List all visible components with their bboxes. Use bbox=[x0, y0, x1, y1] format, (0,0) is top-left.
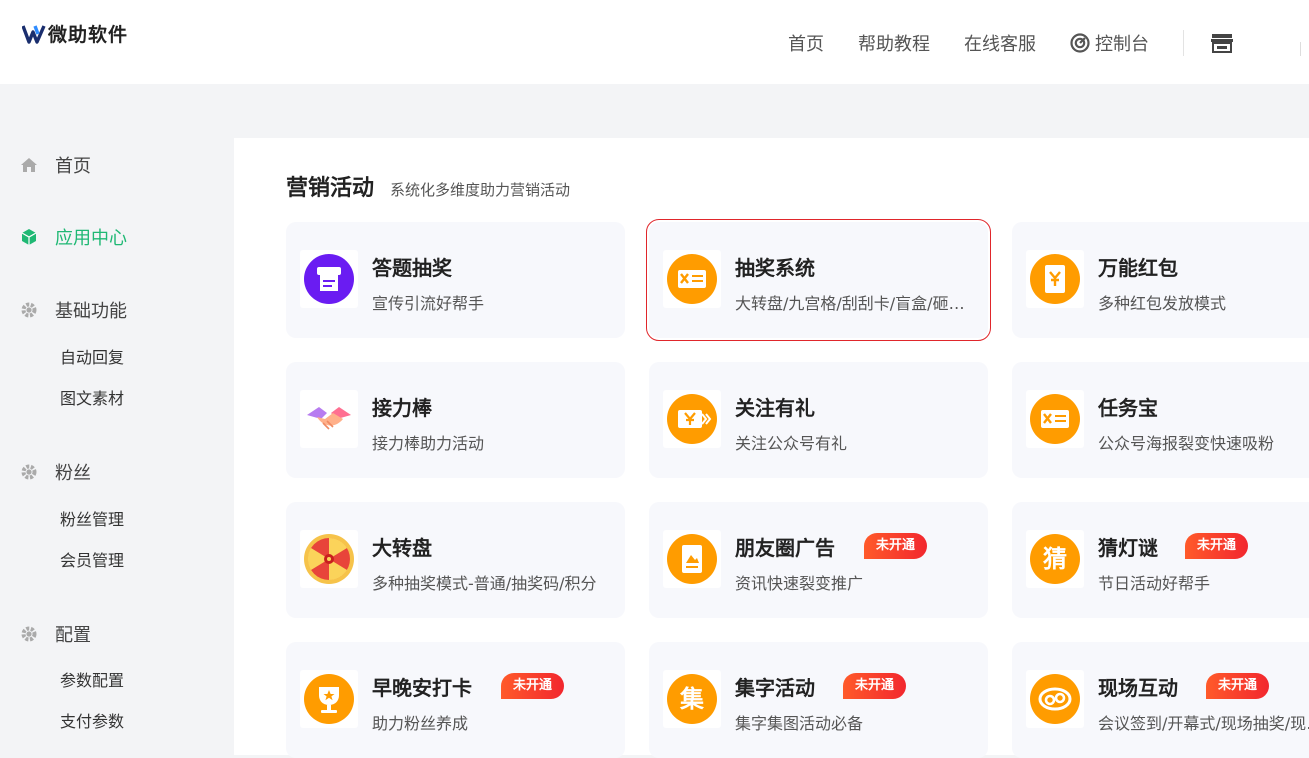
app-desc: 关注公众号有礼 bbox=[735, 434, 848, 453]
main-panel: 营销活动 系统化多维度助力营销活动 答题抽奖 宣传引流好帮手 抽奖系统 大转盘/… bbox=[234, 138, 1309, 758]
sidebar-item-fans[interactable]: 粉丝 bbox=[20, 459, 91, 485]
app-card-quiz-lottery[interactable]: 答题抽奖 宣传引流好帮手 bbox=[286, 222, 625, 338]
brand-w-icon bbox=[22, 24, 46, 44]
app-title: 大转盘 bbox=[372, 536, 432, 560]
app-card-relay[interactable]: 接力棒 接力棒助力活动 bbox=[286, 362, 625, 478]
section-title: 营销活动 bbox=[286, 176, 375, 201]
sidebar-item-label: 首页 bbox=[55, 156, 91, 177]
riddle-icon-glyph: 猜 bbox=[1042, 545, 1067, 573]
app-title: 抽奖系统 bbox=[735, 256, 815, 280]
app-card-live-interaction[interactable]: 现场互动 未开通 会议签到/开幕式/现场抽奖/现场互动 bbox=[1012, 642, 1309, 758]
app-desc: 大转盘/九宫格/刮刮卡/盲盒/砸金蛋 bbox=[735, 294, 975, 313]
brand-logo[interactable]: 微助软件 bbox=[22, 20, 128, 47]
sidebar-sub-auto-reply[interactable]: 自动回复 bbox=[60, 344, 124, 368]
nav-help[interactable]: 帮助教程 bbox=[858, 30, 930, 56]
gear-icon bbox=[21, 464, 37, 480]
app-title: 接力棒 bbox=[372, 396, 432, 420]
app-desc: 多种红包发放模式 bbox=[1098, 294, 1227, 313]
cube-icon bbox=[21, 229, 37, 245]
task-ticket-icon bbox=[1026, 390, 1084, 448]
sidebar-item-label: 基础功能 bbox=[55, 301, 127, 322]
yuan-coupon-icon bbox=[663, 390, 721, 448]
gear-icon bbox=[21, 626, 37, 642]
nav-divider bbox=[1183, 30, 1184, 56]
sidebar-sub-params[interactable]: 参数配置 bbox=[60, 667, 124, 691]
app-desc: 接力棒助力活动 bbox=[372, 434, 485, 453]
handshake-icon bbox=[300, 390, 358, 448]
nav-console[interactable]: 控制台 bbox=[1070, 30, 1149, 56]
sidebar-sub-media[interactable]: 图文素材 bbox=[60, 385, 124, 409]
interaction-icon bbox=[1026, 670, 1084, 728]
top-bar: 微助软件 首页 帮助教程 在线客服 控制台 bbox=[0, 0, 1309, 84]
sidebar-item-basic[interactable]: 基础功能 bbox=[20, 297, 127, 323]
section-subtitle: 系统化多维度助力营销活动 bbox=[390, 181, 571, 199]
app-desc: 助力粉丝养成 bbox=[372, 714, 469, 733]
app-title: 万能红包 bbox=[1098, 256, 1178, 280]
app-card-checkin[interactable]: 早晚安打卡 未开通 助力粉丝养成 bbox=[286, 642, 625, 758]
app-title: 关注有礼 bbox=[735, 396, 815, 420]
app-title: 答题抽奖 bbox=[372, 256, 452, 280]
sidebar-sub-member-manage[interactable]: 会员管理 bbox=[60, 547, 124, 571]
app-title: 任务宝 bbox=[1098, 396, 1158, 420]
sidebar-item-home[interactable]: 首页 bbox=[20, 152, 91, 178]
app-card-lantern-riddle[interactable]: 猜 猜灯谜 未开通 节日活动好帮手 bbox=[1012, 502, 1309, 618]
app-card-red-packet[interactable]: 万能红包 多种红包发放模式 bbox=[1012, 222, 1309, 338]
sidebar-item-config[interactable]: 配置 bbox=[20, 621, 91, 647]
app-card-follow-gift[interactable]: 关注有礼 关注公众号有礼 bbox=[649, 362, 988, 478]
store-icon[interactable] bbox=[1210, 32, 1234, 54]
sidebar-item-label: 粉丝 bbox=[55, 463, 91, 484]
riddle-icon: 猜 bbox=[1026, 530, 1084, 588]
lottery-ticket-icon bbox=[663, 250, 721, 308]
gear-icon bbox=[21, 302, 37, 318]
red-packet-icon bbox=[1026, 250, 1084, 308]
app-desc: 集字集图活动必备 bbox=[735, 714, 864, 733]
section-header: 营销活动 系统化多维度助力营销活动 bbox=[286, 170, 570, 202]
nav-console-label: 控制台 bbox=[1095, 34, 1149, 55]
not-activated-badge: 未开通 bbox=[864, 533, 928, 559]
not-activated-badge: 未开通 bbox=[843, 673, 907, 699]
app-desc: 资讯快速裂变推广 bbox=[735, 574, 864, 593]
app-card-big-wheel[interactable]: 大转盘 多种抽奖模式-普通/抽奖码/积分 bbox=[286, 502, 625, 618]
compass-icon bbox=[1070, 33, 1090, 53]
sidebar-item-label: 应用中心 bbox=[55, 228, 127, 249]
sidebar-sub-payment[interactable]: 支付参数 bbox=[60, 708, 124, 732]
sidebar-sub-fans-manage[interactable]: 粉丝管理 bbox=[60, 506, 124, 530]
ad-poster-icon bbox=[663, 530, 721, 588]
app-title: 现场互动 bbox=[1098, 676, 1178, 700]
not-activated-badge: 未开通 bbox=[1206, 673, 1270, 699]
app-card-collect-words[interactable]: 集 集字活动 未开通 集字集图活动必备 bbox=[649, 642, 988, 758]
collect-words-icon-glyph: 集 bbox=[679, 685, 705, 713]
collect-words-icon: 集 bbox=[663, 670, 721, 728]
app-title: 集字活动 bbox=[735, 676, 815, 700]
app-card-task-treasure[interactable]: 任务宝 公众号海报裂变快速吸粉 bbox=[1012, 362, 1309, 478]
app-desc: 多种抽奖模式-普通/抽奖码/积分 bbox=[372, 574, 597, 593]
app-title: 早晚安打卡 bbox=[372, 676, 472, 700]
not-activated-badge: 未开通 bbox=[501, 673, 565, 699]
app-title: 猜灯谜 bbox=[1098, 536, 1158, 560]
scroll-edge bbox=[1300, 42, 1303, 56]
app-desc: 公众号海报裂变快速吸粉 bbox=[1098, 434, 1275, 453]
sidebar-item-app-center[interactable]: 应用中心 bbox=[20, 224, 127, 250]
not-activated-badge: 未开通 bbox=[1185, 533, 1249, 559]
brand-name: 微助软件 bbox=[48, 24, 129, 46]
app-desc: 会议签到/开幕式/现场抽奖/现场互动 bbox=[1098, 714, 1309, 733]
nav-home[interactable]: 首页 bbox=[788, 30, 824, 56]
app-title: 朋友圈广告 bbox=[735, 536, 835, 560]
app-card-lottery-system[interactable]: 抽奖系统 大转盘/九宫格/刮刮卡/盲盒/砸金蛋 bbox=[646, 219, 991, 341]
quiz-printer-icon bbox=[300, 250, 358, 308]
home-icon bbox=[21, 158, 37, 172]
top-nav: 首页 帮助教程 在线客服 控制台 bbox=[788, 30, 1234, 56]
nav-service[interactable]: 在线客服 bbox=[964, 30, 1036, 56]
sidebar-item-label: 配置 bbox=[55, 625, 91, 646]
sidebar: 首页 应用中心 基础功能 自动回复 图文素材 粉丝 粉丝管理 会员管理 配置 参… bbox=[0, 138, 234, 755]
trophy-icon bbox=[300, 670, 358, 728]
app-desc: 宣传引流好帮手 bbox=[372, 294, 485, 313]
app-card-moments-ad[interactable]: 朋友圈广告 未开通 资讯快速裂变推广 bbox=[649, 502, 988, 618]
app-desc: 节日活动好帮手 bbox=[1098, 574, 1211, 593]
prize-wheel-icon bbox=[300, 530, 358, 588]
